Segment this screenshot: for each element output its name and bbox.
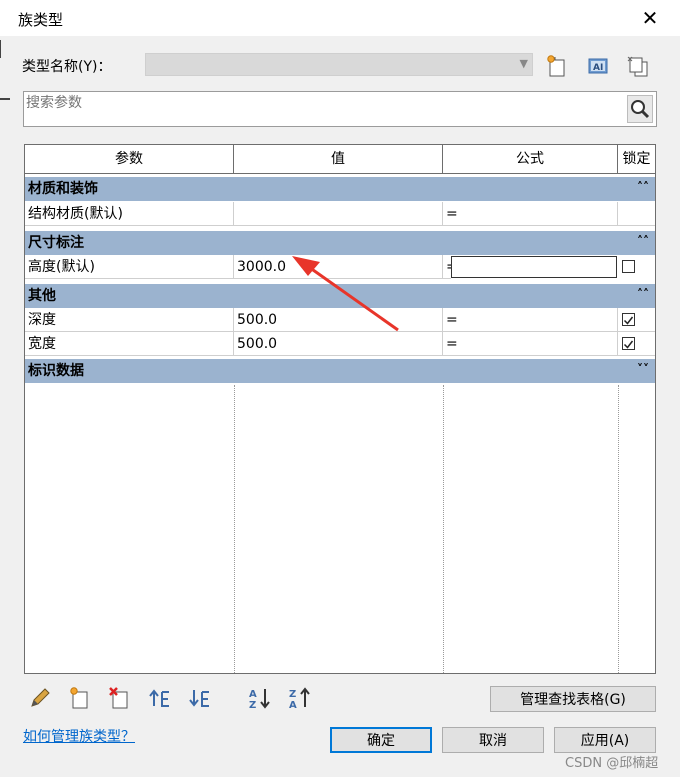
chevron-down-icon[interactable]: ▼ [520,57,528,70]
search-parameters-box [23,91,657,127]
manage-lookup-tables-button[interactable]: 管理查找表格(G) [490,686,656,712]
collapse-icon[interactable]: ˄˄ [637,177,649,197]
lock-checkbox-checked[interactable] [622,313,635,326]
ok-button[interactable]: 确定 [330,727,432,753]
group-label: 标识数据 [28,363,84,379]
column-header-value[interactable]: 值 [234,145,443,174]
param-formula-cell[interactable]: = [443,308,618,332]
move-up-icon[interactable] [148,686,172,710]
group-identity-data[interactable]: 标识数据 ˅˅ [25,359,655,383]
param-name-cell: 结构材质(默认) [25,202,234,226]
window-title: 族类型 [18,11,64,29]
column-divider [443,385,444,673]
help-link[interactable]: 如何管理族类型？ [23,726,135,746]
column-divider [618,385,619,673]
apply-button[interactable]: 应用(A) [554,727,656,753]
svg-text:A: A [289,700,297,710]
new-parameter-icon[interactable] [68,686,92,710]
param-formula-cell[interactable]: = [443,202,618,226]
background-edge [0,98,10,100]
lock-checkbox-checked[interactable] [622,337,635,350]
sort-ascending-icon[interactable]: A Z [248,686,272,710]
cancel-button[interactable]: 取消 [442,727,544,753]
edit-pencil-icon[interactable] [28,686,52,710]
sort-descending-icon[interactable]: Z A [288,686,312,710]
checkmark-icon [623,340,634,349]
parameters-table: 参数 值 公式 锁定 材质和装饰 ˄˄ 结构材质(默认) = 尺寸标注 ˄˄ 高… [24,144,656,674]
column-header-parameter[interactable]: 参数 [25,145,234,174]
watermark: CSDN @邱楠超 [565,756,659,771]
delete-parameter-icon[interactable] [108,686,132,710]
duplicate-type-icon[interactable] [626,54,650,78]
rename-type-icon[interactable]: AI [586,54,610,78]
move-down-icon[interactable] [188,686,212,710]
svg-text:AI: AI [593,63,603,73]
param-name-cell: 高度(默认) [25,255,234,279]
search-input[interactable] [26,92,616,114]
param-name-cell: 深度 [25,308,234,332]
column-header-lock[interactable]: 锁定 [618,145,655,174]
svg-text:Z: Z [249,700,256,710]
param-name-cell: 宽度 [25,332,234,356]
group-label: 材质和装饰 [28,181,98,197]
group-label: 其他 [28,288,56,304]
lock-checkbox[interactable] [622,260,635,273]
expand-icon[interactable]: ˅˅ [637,359,649,379]
svg-text:Z: Z [289,689,296,700]
close-icon[interactable]: ✕ [632,2,668,34]
checkmark-icon [623,316,634,325]
param-formula-cell[interactable]: = [443,332,618,356]
annotation-arrow-icon [292,256,399,332]
column-header-formula[interactable]: 公式 [443,145,618,174]
title-bar: 族类型 ✕ [0,0,680,36]
param-lock-cell [618,202,655,226]
group-materials-and-finishes[interactable]: 材质和装饰 ˄˄ [25,177,655,201]
collapse-icon[interactable]: ˄˄ [637,231,649,251]
group-label: 尺寸标注 [28,235,84,251]
family-types-dialog: 族类型 ✕ 类型名称(Y)： ▼ AI 参数 值 公式 锁定 [0,0,680,777]
svg-text:A: A [249,689,257,700]
collapse-icon[interactable]: ˄˄ [637,284,649,304]
type-name-label: 类型名称(Y)： [22,59,112,75]
new-type-icon[interactable] [545,54,569,78]
background-edge [0,40,1,58]
search-button[interactable] [627,95,653,123]
param-formula-eq: = [443,255,451,279]
param-value-cell[interactable] [234,202,443,226]
formula-input[interactable] [451,256,617,278]
search-icon [631,100,650,119]
type-name-combobox[interactable]: ▼ [145,53,533,76]
column-divider [234,385,235,673]
